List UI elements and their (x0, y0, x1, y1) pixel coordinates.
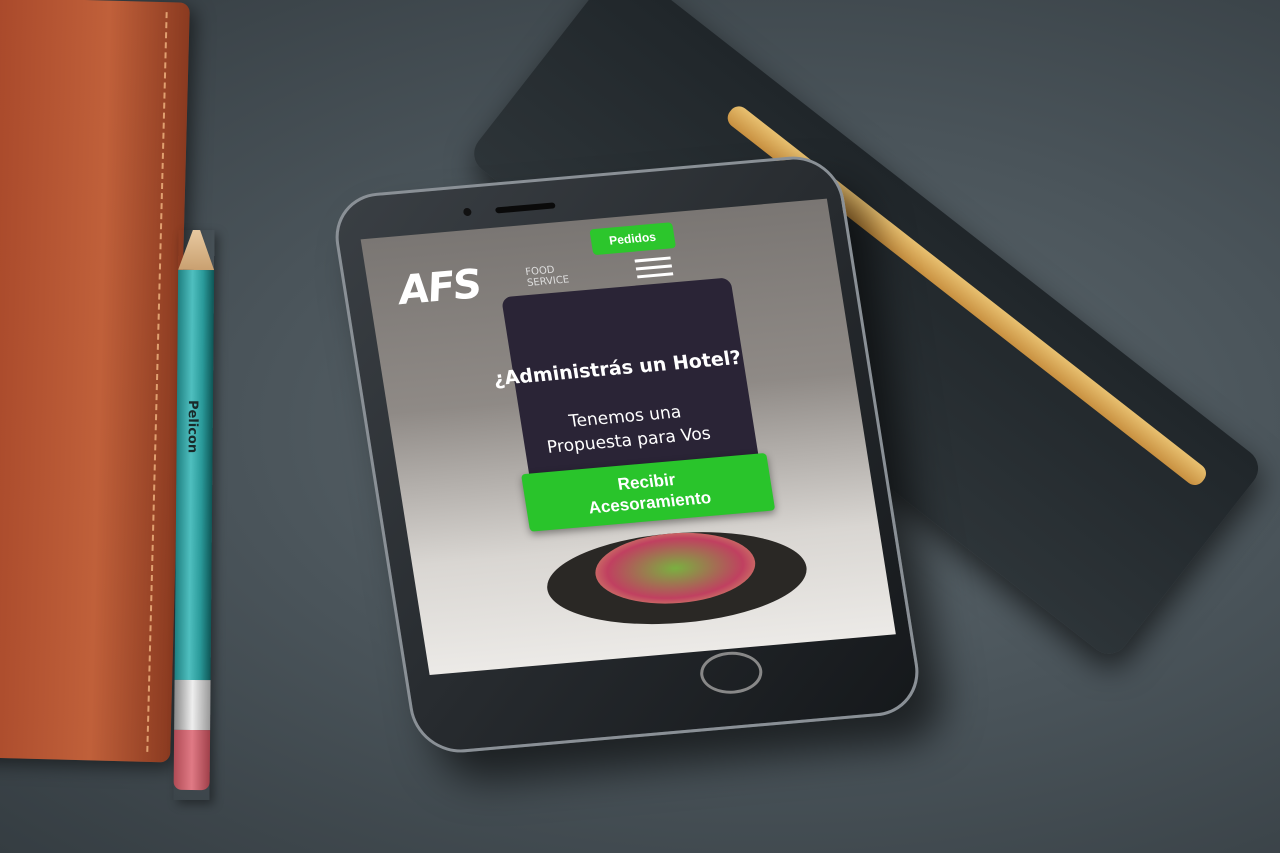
afs-logo[interactable]: AFS (396, 261, 484, 314)
speaker (494, 202, 556, 214)
logo-sub-service: SERVICE (526, 274, 571, 289)
logo-subtitle: FOOD SERVICE (525, 264, 570, 289)
phone: AFS FOOD SERVICE Pedidos ¿Administrás un … (328, 152, 926, 757)
pencil: Pelicon (173, 230, 215, 800)
leather-folio (0, 0, 190, 763)
camera (462, 207, 473, 217)
phone-screen: AFS FOOD SERVICE Pedidos ¿Administrás un … (360, 198, 896, 676)
home-button[interactable] (697, 649, 766, 697)
hamburger-icon[interactable] (634, 256, 674, 279)
pedidos-button[interactable]: Pedidos (589, 222, 676, 256)
pencil-brand: Pelicon (184, 399, 201, 454)
